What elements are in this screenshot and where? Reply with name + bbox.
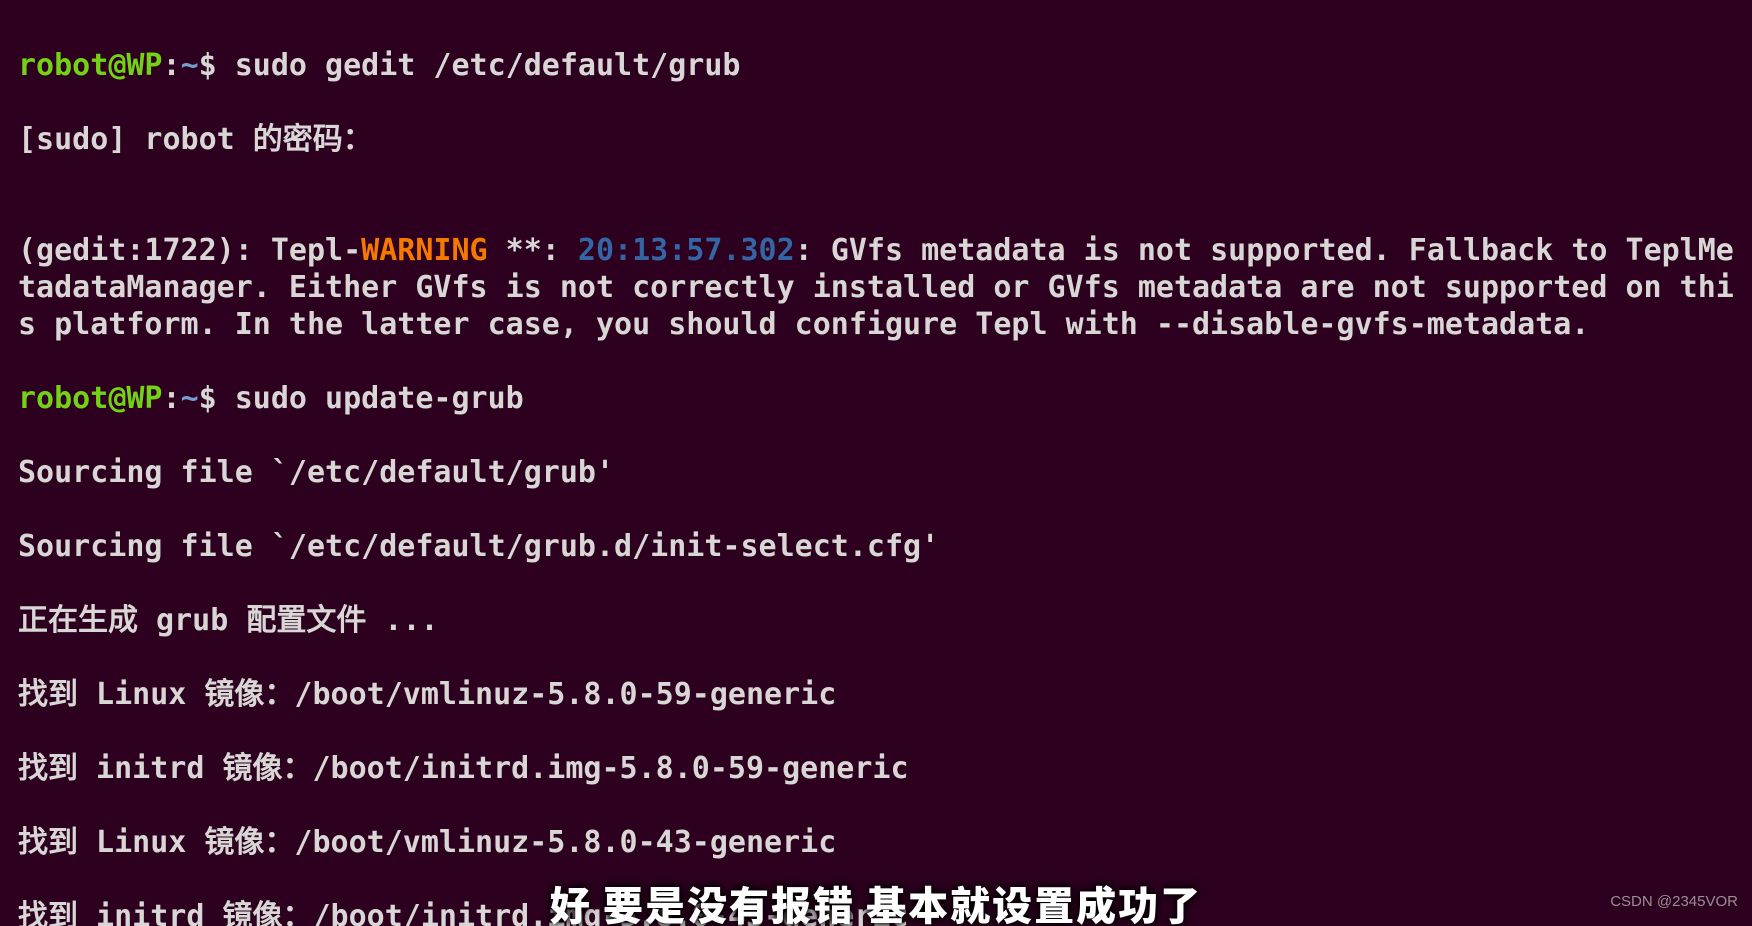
terminal-line: robot@WP:~$ sudo gedit /etc/default/grub xyxy=(18,47,1734,84)
watermark-text: CSDN @2345VOR xyxy=(1610,883,1738,920)
terminal-line: 找到 initrd 镜像：/boot/initrd.img-5.8.0-59-g… xyxy=(18,750,1734,787)
terminal-line: Sourcing file `/etc/default/grub' xyxy=(18,454,1734,491)
terminal-line: 找到 Linux 镜像：/boot/vmlinuz-5.8.0-43-gener… xyxy=(18,824,1734,861)
prompt-colon: : xyxy=(163,381,181,416)
prompt-host: WP xyxy=(126,48,162,83)
command-text: sudo gedit /etc/default/grub xyxy=(217,48,741,83)
gedit-prefix: (gedit:1722): Tepl- xyxy=(18,233,361,268)
terminal-line: 正在生成 grub 配置文件 ... xyxy=(18,602,1734,639)
terminal-line: Sourcing file `/etc/default/grub.d/init-… xyxy=(18,528,1734,565)
prompt-symbol: $ xyxy=(199,381,217,416)
prompt-at: @ xyxy=(108,48,126,83)
prompt-user: robot xyxy=(18,48,108,83)
prompt-path: ~ xyxy=(181,381,199,416)
video-subtitle: 好 要是没有报错 基本就设置成功了 xyxy=(0,885,1752,922)
gedit-mid: **: xyxy=(488,233,578,268)
prompt-colon: : xyxy=(163,48,181,83)
timestamp: 20:13:57.302 xyxy=(578,233,795,268)
terminal-line: [sudo] robot 的密码： xyxy=(18,121,1734,158)
prompt-path: ~ xyxy=(181,48,199,83)
warning-label: WARNING xyxy=(361,233,487,268)
prompt-host: WP xyxy=(126,381,162,416)
prompt-user: robot xyxy=(18,381,108,416)
prompt-symbol: $ xyxy=(199,48,217,83)
terminal-line: robot@WP:~$ sudo update-grub xyxy=(18,380,1734,417)
terminal-line: 找到 Linux 镜像：/boot/vmlinuz-5.8.0-59-gener… xyxy=(18,676,1734,713)
prompt-at: @ xyxy=(108,381,126,416)
command-text: sudo update-grub xyxy=(217,381,524,416)
terminal-line: (gedit:1722): Tepl-WARNING **: 20:13:57.… xyxy=(18,232,1734,343)
terminal-output[interactable]: robot@WP:~$ sudo gedit /etc/default/grub… xyxy=(0,0,1752,926)
